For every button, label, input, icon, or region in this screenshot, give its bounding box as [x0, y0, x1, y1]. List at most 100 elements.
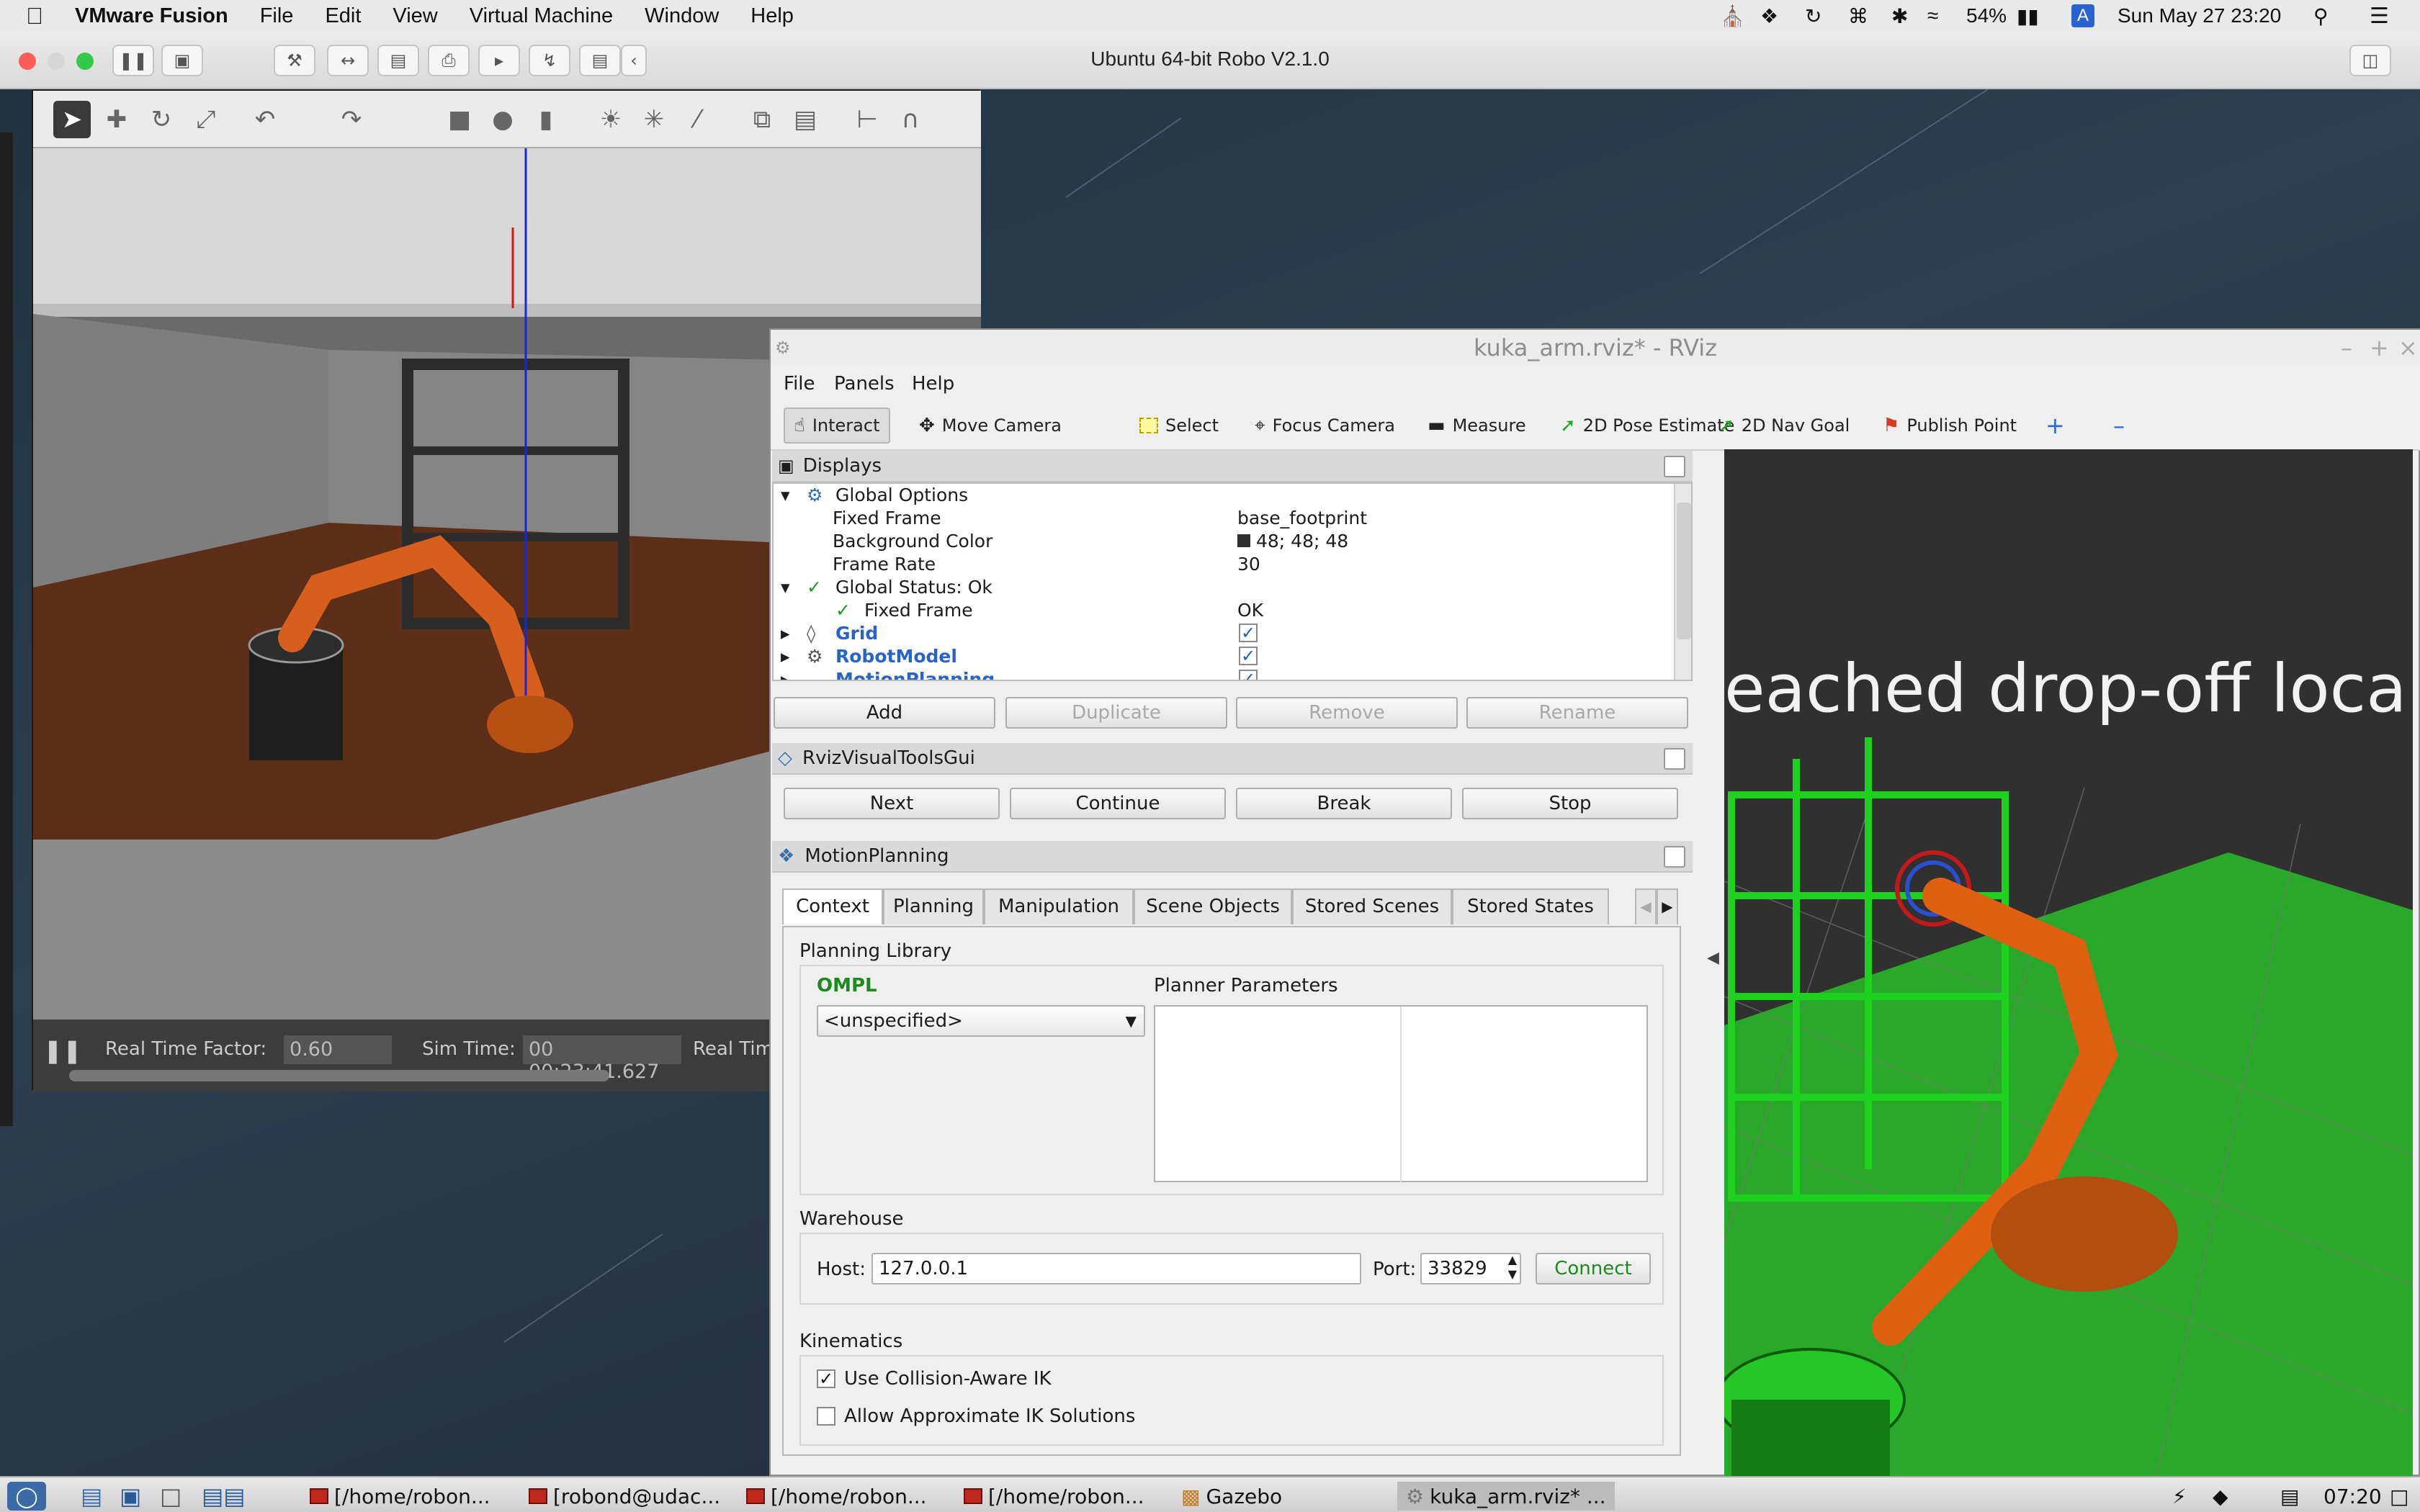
motion-planning-float-toggle[interactable] [1664, 846, 1685, 868]
menu-edit[interactable]: Edit [309, 4, 377, 28]
align-icon[interactable]: ⊢ [851, 104, 883, 135]
taskbar-item-terminal-4[interactable]: [/home/robon... [964, 1482, 1144, 1511]
directional-light-icon[interactable]: ⁄ [681, 104, 713, 135]
sphere-shape-icon[interactable]: ● [487, 104, 519, 135]
taskbar-item-terminal-1[interactable]: [/home/robon... [310, 1482, 490, 1511]
translate-mode-icon[interactable]: ✚ [101, 104, 133, 135]
tool-move-camera[interactable]: ✥ Move Camera [910, 408, 1070, 444]
apple-icon[interactable]:  [0, 3, 59, 30]
tree-row-background-color[interactable]: Background Color [833, 530, 992, 553]
tab-manipulation[interactable]: Manipulation [984, 888, 1134, 924]
tool-publish-point[interactable]: ⚑ Publish Point [1874, 408, 2025, 444]
visual-tools-float-toggle[interactable] [1664, 748, 1685, 770]
power-icon[interactable]: ⚡ [2172, 1482, 2187, 1511]
tool-2d-nav-goal[interactable]: ➚ 2D Nav Goal [1710, 408, 1858, 444]
planner-select[interactable]: <unspecified> ▼ [817, 1005, 1145, 1037]
scale-mode-icon[interactable]: ⤢ [190, 104, 222, 135]
next-button[interactable]: Next [784, 788, 1000, 819]
tree-row-robotmodel[interactable]: RobotModel [835, 645, 957, 668]
tool-measure[interactable]: ▬ Measure [1419, 408, 1535, 444]
tree-row-global-status[interactable]: Global Status: Ok [835, 576, 992, 599]
close-icon[interactable]: × [2398, 330, 2418, 366]
robotmodel-enable-checkbox[interactable]: ✓ [1239, 647, 1258, 665]
break-button[interactable]: Break [1236, 788, 1452, 819]
minimize-icon[interactable]: – [2341, 330, 2352, 366]
displays-scrollbar[interactable] [1674, 484, 1691, 680]
battery-percent[interactable]: 54% [1966, 0, 2007, 32]
spinbox-arrows-icon[interactable]: ▲ ▼ [1508, 1253, 1517, 1282]
command-icon[interactable]: ⌘ [1848, 0, 1868, 32]
collapse-arrow-icon[interactable]: ▸ [781, 668, 790, 680]
file-manager-icon[interactable]: ▤ [81, 1482, 102, 1511]
box-shape-icon[interactable]: ■ [444, 104, 475, 135]
undo-icon[interactable]: ↶ [249, 104, 281, 135]
tree-row-global-options[interactable]: Global Options [835, 484, 968, 507]
rviz-menu-panels[interactable]: Panels [834, 373, 895, 395]
tree-row-grid[interactable]: Grid [835, 622, 878, 645]
port-spinbox[interactable]: 33829 ▲ ▼ [1420, 1253, 1521, 1284]
tool-select[interactable]: Select [1131, 408, 1227, 444]
tab-stored-states[interactable]: Stored States [1452, 888, 1609, 924]
collapse-panel-left-icon[interactable]: ◀ [1707, 949, 1719, 967]
bluetooth-icon[interactable]: ✱ [1891, 0, 1908, 32]
spotlight-search-icon[interactable]: ⚲ [2313, 0, 2329, 32]
rviz-3d-view[interactable]: eached drop-off loca [1724, 449, 2413, 1476]
tab-scene-objects[interactable]: Scene Objects [1134, 888, 1292, 924]
remove-tool-icon[interactable]: – [2105, 408, 2133, 444]
paste-icon[interactable]: ▤ [789, 104, 821, 135]
terminal-launcher-icon[interactable]: □ [160, 1482, 182, 1511]
menubar-clock[interactable]: Sun May 27 23:20 [2118, 0, 2281, 32]
tree-row-fixed-frame[interactable]: Fixed Frame [833, 507, 941, 530]
display-settings-icon[interactable]: ▤ [2280, 1482, 2299, 1511]
spot-light-icon[interactable]: ✳ [638, 104, 670, 135]
select-mode-icon[interactable]: ➤ [53, 101, 91, 138]
tool-interact[interactable]: ☝ Interact [784, 408, 890, 444]
shield-icon[interactable]: ◆ [2213, 1482, 2228, 1511]
tree-row-frame-rate[interactable]: Frame Rate [833, 553, 936, 576]
wifi-icon[interactable]: ≈ [1927, 0, 1938, 32]
tree-row-status-fixed-frame[interactable]: Fixed Frame [864, 599, 973, 622]
stop-button[interactable]: Stop [1462, 788, 1678, 819]
planner-parameters-table[interactable] [1154, 1005, 1648, 1182]
rviz-menu-help[interactable]: Help [912, 373, 954, 395]
grid-enable-checkbox[interactable]: ✓ [1239, 624, 1258, 642]
workspace-switcher-icon[interactable]: ▤▤ [202, 1482, 254, 1511]
menu-virtual-machine[interactable]: Virtual Machine [454, 4, 629, 28]
tab-context[interactable]: Context [782, 888, 883, 924]
expand-arrow-icon[interactable]: ▾ [781, 484, 790, 507]
start-menu-icon[interactable]: ◯ [7, 1482, 46, 1511]
collapse-arrow-icon[interactable]: ▸ [781, 645, 790, 668]
add-display-button[interactable]: Add [774, 697, 995, 729]
show-desktop-icon[interactable]: □ [2390, 1482, 2408, 1511]
notification-center-icon[interactable]: ☰ [2370, 0, 2389, 32]
taskbar-item-gazebo[interactable]: ▩ Gazebo [1181, 1482, 1282, 1511]
add-tool-icon[interactable]: + [2037, 408, 2074, 444]
sync-icon[interactable]: ↻ [1805, 0, 1821, 32]
background-color-value[interactable]: 48; 48; 48 [1237, 530, 1348, 553]
tab-stored-scenes[interactable]: Stored Scenes [1292, 888, 1452, 924]
tab-scroll-right-icon[interactable]: ▶ [1657, 888, 1678, 924]
menu-help[interactable]: Help [735, 4, 810, 28]
rotate-mode-icon[interactable]: ↻ [145, 104, 177, 135]
menu-window[interactable]: Window [629, 4, 735, 28]
battery-icon[interactable]: ▮▮ [2017, 0, 2039, 32]
tab-planning[interactable]: Planning [883, 888, 984, 924]
continue-button[interactable]: Continue [1010, 788, 1226, 819]
motionplanning-enable-checkbox[interactable]: ✓ [1239, 670, 1258, 680]
browser-icon[interactable]: ▣ [120, 1482, 141, 1511]
scrollbar-thumb[interactable] [1677, 503, 1691, 639]
gazebo-horizontal-scrollbar[interactable] [69, 1070, 609, 1081]
tool-focus-camera[interactable]: ⌖ Focus Camera [1246, 408, 1404, 444]
remove-display-button[interactable]: Remove [1236, 697, 1458, 729]
taskbar-item-terminal-2[interactable]: [robond@udac... [529, 1482, 720, 1511]
displays-float-toggle[interactable] [1664, 456, 1685, 477]
collision-aware-ik-checkbox[interactable]: ✓ [817, 1369, 835, 1388]
cylinder-shape-icon[interactable]: ▮ [530, 104, 562, 135]
frame-rate-value[interactable]: 30 [1237, 553, 1260, 576]
pause-icon[interactable]: ❚❚ [43, 1037, 82, 1064]
fullscreen-icon[interactable]: ◫ [2349, 45, 2391, 76]
copy-icon[interactable]: ⧉ [746, 104, 778, 135]
expand-arrow-icon[interactable]: ▾ [781, 576, 790, 599]
taskbar-item-terminal-3[interactable]: [/home/robon... [746, 1482, 927, 1511]
connect-button[interactable]: Connect [1536, 1253, 1651, 1284]
